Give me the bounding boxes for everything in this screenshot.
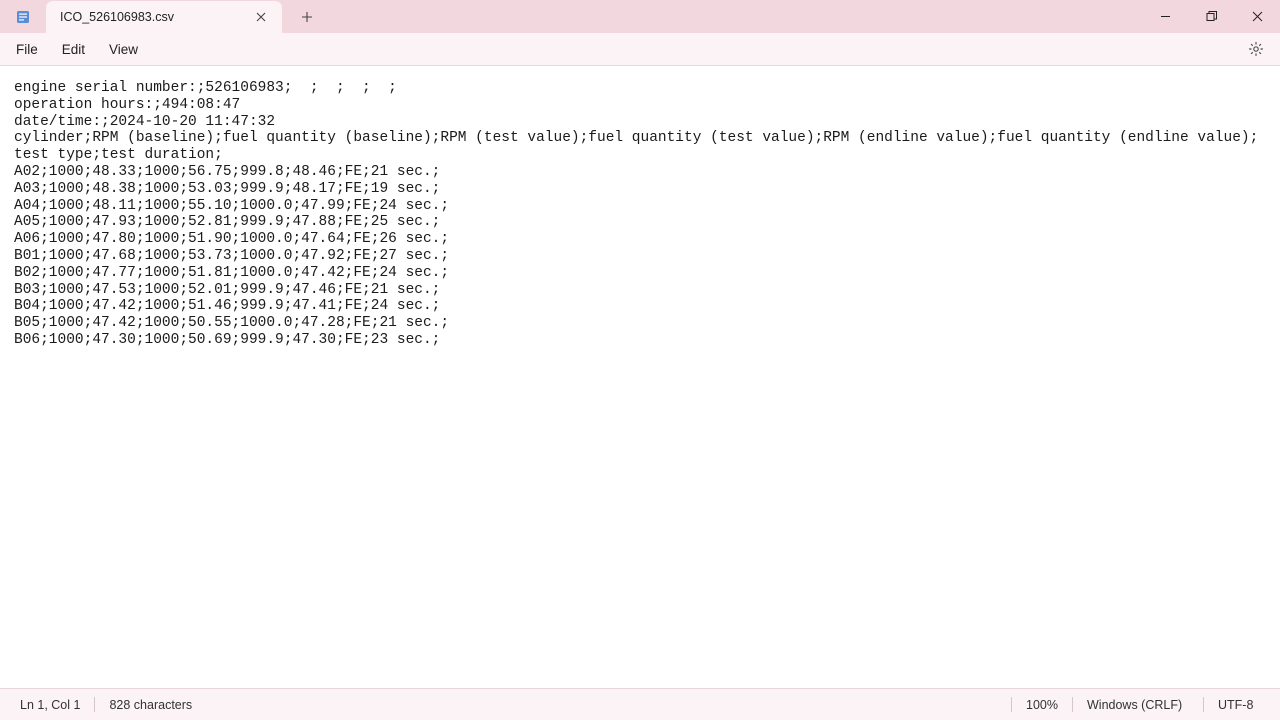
status-encoding[interactable]: UTF-8 bbox=[1204, 696, 1274, 714]
minimize-button[interactable] bbox=[1142, 0, 1188, 33]
app-icon bbox=[0, 0, 46, 33]
status-position[interactable]: Ln 1, Col 1 bbox=[6, 696, 94, 714]
minimize-icon bbox=[1160, 11, 1171, 22]
window-controls bbox=[1142, 0, 1280, 33]
close-icon bbox=[256, 12, 266, 22]
close-icon bbox=[1252, 11, 1263, 22]
status-zoom[interactable]: 100% bbox=[1012, 696, 1072, 714]
menu-view[interactable]: View bbox=[97, 37, 150, 62]
close-window-button[interactable] bbox=[1234, 0, 1280, 33]
tab-close-button[interactable] bbox=[252, 8, 270, 26]
gear-icon bbox=[1248, 41, 1264, 57]
new-tab-button[interactable] bbox=[290, 0, 324, 33]
plus-icon bbox=[301, 11, 313, 23]
status-charcount[interactable]: 828 characters bbox=[95, 696, 206, 714]
tab-active[interactable]: ICO_526106983.csv bbox=[46, 1, 282, 33]
menu-file[interactable]: File bbox=[4, 37, 50, 62]
menubar: File Edit View bbox=[0, 33, 1280, 66]
tab-title: ICO_526106983.csv bbox=[60, 10, 244, 24]
statusbar: Ln 1, Col 1 828 characters 100% Windows … bbox=[0, 688, 1280, 720]
text-editor[interactable]: engine serial number:;526106983; ; ; ; ;… bbox=[0, 66, 1280, 688]
titlebar: ICO_526106983.csv bbox=[0, 0, 1280, 33]
maximize-icon bbox=[1206, 11, 1217, 22]
menu-edit[interactable]: Edit bbox=[50, 37, 97, 62]
settings-button[interactable] bbox=[1240, 35, 1272, 63]
status-lineending[interactable]: Windows (CRLF) bbox=[1073, 696, 1203, 714]
maximize-button[interactable] bbox=[1188, 0, 1234, 33]
